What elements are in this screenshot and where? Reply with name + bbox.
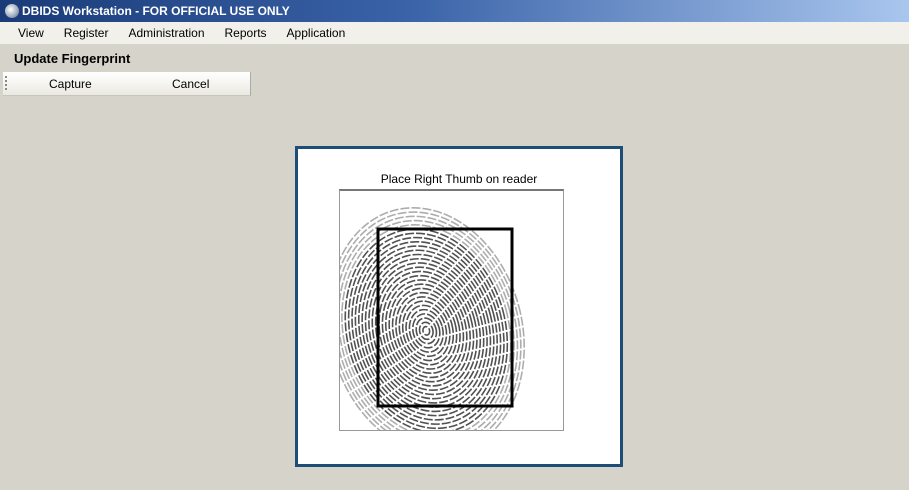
- menu-bar: View Register Administration Reports App…: [0, 22, 909, 44]
- fingerprint-image: [339, 189, 564, 431]
- menu-administration[interactable]: Administration: [118, 26, 214, 40]
- capture-button[interactable]: Capture: [49, 77, 92, 91]
- title-bar: DBIDS Workstation - FOR OFFICIAL USE ONL…: [0, 0, 909, 22]
- scan-prompt: Place Right Thumb on reader: [380, 172, 538, 186]
- menu-application[interactable]: Application: [277, 26, 356, 40]
- fingerprint-panel: Place Right Thumb on reader: [295, 146, 623, 467]
- toolbar: Capture Cancel: [3, 72, 251, 96]
- cancel-button[interactable]: Cancel: [172, 77, 209, 91]
- toolbar-grip[interactable]: [5, 76, 7, 92]
- page-title: Update Fingerprint: [14, 51, 131, 66]
- menu-view[interactable]: View: [8, 26, 54, 40]
- app-icon: [5, 4, 19, 18]
- menu-register[interactable]: Register: [54, 26, 119, 40]
- menu-reports[interactable]: Reports: [215, 26, 277, 40]
- window-title: DBIDS Workstation - FOR OFFICIAL USE ONL…: [22, 4, 290, 18]
- fingerprint-icon: [340, 207, 526, 430]
